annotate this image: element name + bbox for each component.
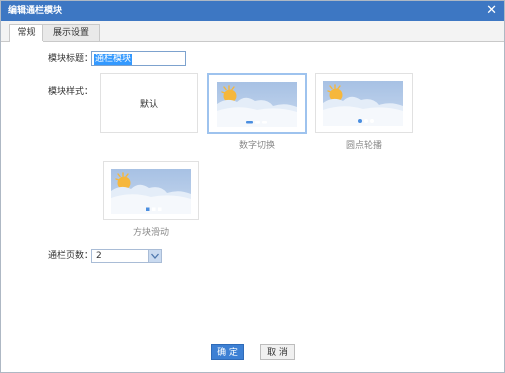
style-option-dot-carousel[interactable] [315, 73, 413, 133]
style-option-number-switch[interactable] [207, 73, 307, 134]
number-indicator-icon [246, 121, 267, 124]
page-count-select[interactable]: 2 [91, 249, 162, 263]
title-bar: 编辑通栏模块 ✕ [1, 1, 504, 21]
block-indicator-icon [146, 207, 162, 211]
style-default-label: 默认 [139, 99, 158, 110]
module-style-label: 模块样式： [48, 87, 94, 97]
style-block-slide-caption: 方块滑动 [132, 228, 169, 238]
tab-bar: 常规 展示设置 [1, 21, 504, 42]
module-title-value: 通栏模块 [94, 53, 133, 65]
style-option-block-slide[interactable] [103, 161, 199, 220]
tab-display-settings[interactable]: 展示设置 [42, 24, 100, 41]
dot-indicator-icon [358, 119, 374, 123]
dialog-window: 编辑通栏模块 ✕ 常规 展示设置 模块标题： 通栏模块 模块样式： 默认 数字切… [0, 0, 505, 373]
ok-button[interactable]: 确 定 [211, 344, 244, 360]
module-title-input[interactable]: 通栏模块 [91, 51, 186, 66]
module-title-label: 模块标题： [48, 54, 94, 64]
weather-thumbnail [217, 82, 297, 127]
style-option-default[interactable]: 默认 [100, 73, 198, 133]
page-count-label: 通栏页数： [48, 251, 94, 261]
chevron-down-icon[interactable] [148, 250, 161, 262]
cancel-button[interactable]: 取 消 [260, 344, 295, 360]
close-icon[interactable]: ✕ [486, 3, 497, 19]
weather-thumbnail [111, 169, 191, 214]
page-count-value: 2 [96, 251, 102, 261]
style-number-switch-caption: 数字切换 [238, 141, 275, 151]
tab-general[interactable]: 常规 [9, 24, 44, 42]
dialog-title: 编辑通栏模块 [8, 6, 63, 16]
weather-thumbnail [323, 81, 403, 126]
style-dot-carousel-caption: 圆点轮播 [345, 141, 382, 151]
